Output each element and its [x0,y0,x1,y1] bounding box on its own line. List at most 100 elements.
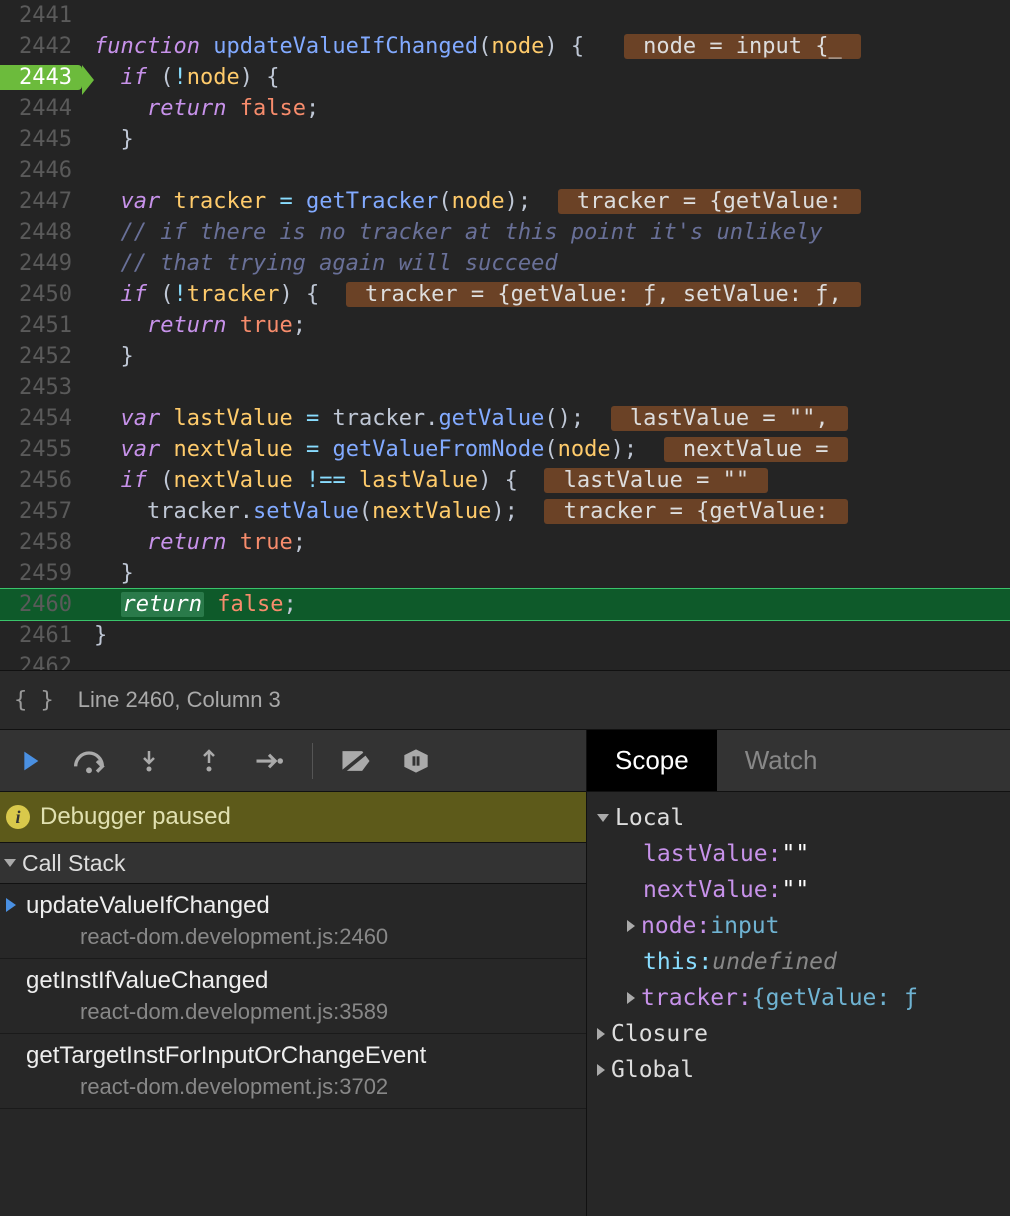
scope-var-name: this: [643,949,712,975]
pause-on-exceptions-button[interactable] [399,744,433,778]
line-number[interactable]: 2462 [0,654,82,670]
code-line[interactable]: 2447 var tracker = getTracker(node); tra… [0,186,1010,217]
frame-location: react-dom.development.js:2460 [26,924,576,950]
scope-section[interactable]: Closure [597,1016,1000,1052]
line-number[interactable]: 2455 [0,437,82,462]
step-into-button[interactable] [132,744,166,778]
step-out-button[interactable] [192,744,226,778]
scope-var-name: node: [641,913,710,939]
inline-value-hint: node = input {_ [624,34,861,59]
code-line[interactable]: 2458 return true; [0,527,1010,558]
code-line[interactable]: 2450 if (!tracker) { tracker = {getValue… [0,279,1010,310]
line-number[interactable]: 2461 [0,623,82,648]
chevron-right-icon[interactable] [597,1028,605,1040]
pretty-print-icon[interactable]: { } [14,688,54,713]
code-line[interactable]: 2461} [0,620,1010,651]
scope-section[interactable]: Local [597,800,1000,836]
code-editor[interactable]: 2441 2442function updateValueIfChanged(no… [0,0,1010,670]
code-content: var lastValue = tracker.getValue(); last… [82,406,1010,431]
code-content: // if there is no tracker at this point … [82,220,1010,245]
line-number[interactable]: 2453 [0,375,82,400]
code-line[interactable]: 2449 // that trying again will succeed [0,248,1010,279]
line-number[interactable]: 2459 [0,561,82,586]
line-number[interactable]: 2460 [0,592,82,617]
code-line[interactable]: 2442function updateValueIfChanged(node) … [0,31,1010,62]
code-line[interactable]: 2462 [0,651,1010,670]
scope-variable[interactable]: nextValue: "" [597,872,1000,908]
line-number[interactable]: 2457 [0,499,82,524]
code-content: } [82,127,1010,152]
line-number[interactable]: 2448 [0,220,82,245]
inline-value-hint: lastValue = "", [611,406,848,431]
call-stack-frame[interactable]: updateValueIfChangedreact-dom.developmen… [0,884,586,959]
line-number[interactable]: 2442 [0,34,82,59]
scope-tree[interactable]: LocallastValue: ""nextValue: ""node: inp… [587,792,1010,1096]
step-button[interactable] [252,744,286,778]
code-line[interactable]: 2446 [0,155,1010,186]
chevron-right-icon[interactable] [597,1064,605,1076]
inline-value-hint: tracker = {getValue: ƒ, setValue: ƒ, [346,282,861,307]
line-number[interactable]: 2458 [0,530,82,555]
code-content: // that trying again will succeed [82,251,1010,276]
code-line[interactable]: 2454 var lastValue = tracker.getValue();… [0,403,1010,434]
call-stack-frame[interactable]: getTargetInstForInputOrChangeEventreact-… [0,1034,586,1109]
code-line[interactable]: 2455 var nextValue = getValueFromNode(no… [0,434,1010,465]
paused-label: Debugger paused [40,803,231,831]
line-number[interactable]: 2444 [0,96,82,121]
code-line[interactable]: 2444 return false; [0,93,1010,124]
code-content: return false; [82,96,1010,121]
code-line[interactable]: 2448 // if there is no tracker at this p… [0,217,1010,248]
chevron-down-icon[interactable] [597,814,609,822]
chevron-right-icon[interactable] [627,920,635,932]
code-content: return true; [82,530,1010,555]
call-stack-list: updateValueIfChangedreact-dom.developmen… [0,884,586,1109]
line-number[interactable]: 2449 [0,251,82,276]
scope-variable[interactable]: tracker: {getValue: ƒ [597,980,1000,1016]
code-line[interactable]: 2459 } [0,558,1010,589]
line-number[interactable]: 2451 [0,313,82,338]
tab-watch[interactable]: Watch [717,730,846,791]
chevron-right-icon[interactable] [627,992,635,1004]
line-number[interactable]: 2452 [0,344,82,369]
code-content: return true; [82,313,1010,338]
resume-button[interactable] [12,744,46,778]
line-number[interactable]: 2456 [0,468,82,493]
call-stack-frame[interactable]: getInstIfValueChanged react-dom.developme… [0,959,586,1034]
scope-var-value: {getValue: ƒ [752,985,918,1011]
inline-value-hint: tracker = {getValue: [558,189,861,214]
code-line[interactable]: 2452 } [0,341,1010,372]
code-line[interactable]: 2443 if (!node) { [0,62,1010,93]
scope-var-value: "" [781,841,809,867]
code-content: if (nextValue !== lastValue) { lastValue… [82,468,1010,493]
tab-scope[interactable]: Scope [587,730,717,791]
scope-panel: Scope Watch LocallastValue: ""nextValue:… [586,730,1010,1216]
code-line[interactable]: 2460 return false; [0,589,1010,620]
call-stack-header[interactable]: Call Stack [0,842,586,884]
code-line[interactable]: 2451 return true; [0,310,1010,341]
code-line[interactable]: 2456 if (nextValue !== lastValue) { last… [0,465,1010,496]
frame-function-name: getInstIfValueChanged [26,967,576,995]
separator [312,743,313,779]
scope-var-value: undefined [712,949,837,975]
line-number[interactable]: 2443 [0,65,82,90]
line-number[interactable]: 2446 [0,158,82,183]
code-line[interactable]: 2445 } [0,124,1010,155]
code-line[interactable]: 2457 tracker.setValue(nextValue); tracke… [0,496,1010,527]
cursor-position: Line 2460, Column 3 [78,687,281,713]
frame-location: react-dom.development.js:3589 [26,999,576,1025]
deactivate-breakpoints-button[interactable] [339,744,373,778]
scope-variable[interactable]: node: input [597,908,1000,944]
inline-value-hint: nextValue = [664,437,848,462]
line-number[interactable]: 2454 [0,406,82,431]
scope-variable[interactable]: this: undefined [597,944,1000,980]
scope-section[interactable]: Global [597,1052,1000,1088]
inline-value-hint: lastValue = "" [544,468,768,493]
line-number[interactable]: 2445 [0,127,82,152]
line-number[interactable]: 2447 [0,189,82,214]
line-number[interactable]: 2441 [0,3,82,28]
code-line[interactable]: 2453 [0,372,1010,403]
code-line[interactable]: 2441 [0,0,1010,31]
step-over-button[interactable] [72,744,106,778]
line-number[interactable]: 2450 [0,282,82,307]
scope-variable[interactable]: lastValue: "" [597,836,1000,872]
